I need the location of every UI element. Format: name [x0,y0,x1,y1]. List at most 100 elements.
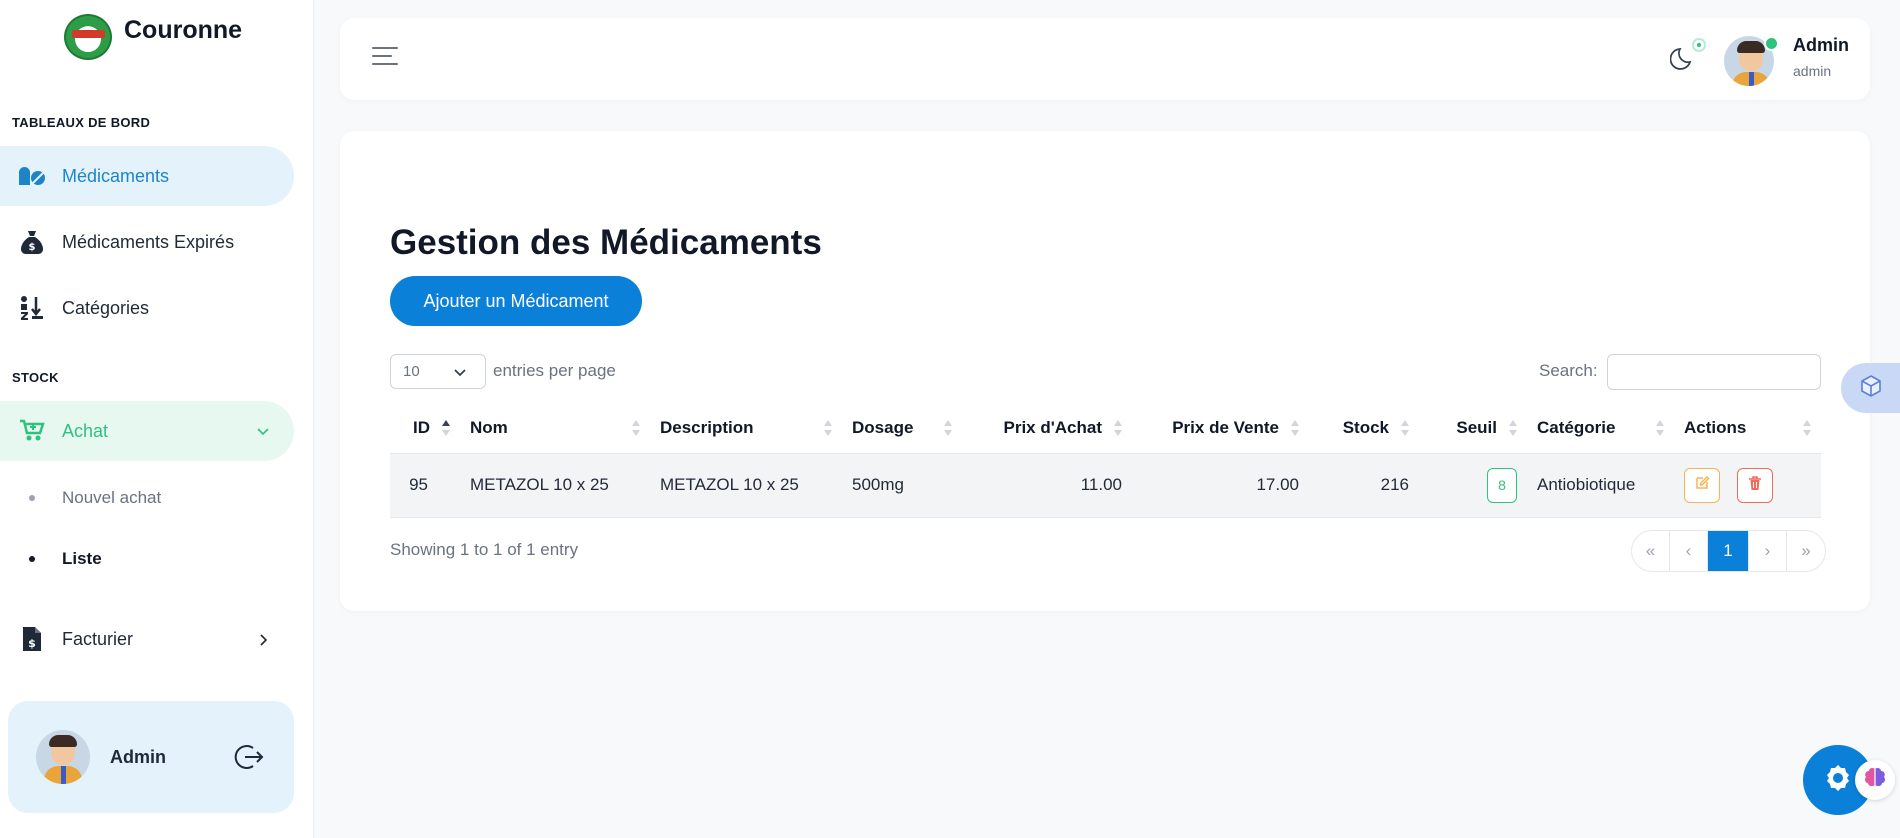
entries-per-page-select[interactable]: 10 [390,354,486,389]
trash-icon [1747,475,1763,496]
pagination-page-current[interactable]: 1 [1708,531,1749,571]
moon-icon[interactable] [1669,45,1696,76]
sort-icon [632,420,640,438]
cell-id: 95 [390,452,460,518]
sort-icon [1656,420,1664,438]
bullet-icon [29,495,35,501]
brain-icon [1862,766,1888,795]
sidebar-subitem-label: Nouvel achat [62,488,162,507]
cube-widget-button[interactable] [1841,363,1900,413]
cell-seuil: 8 [1419,452,1527,518]
sort-icon [944,420,952,438]
chevron-right-icon [256,631,270,652]
sort-icon [1291,420,1299,438]
seuil-badge: 8 [1487,467,1517,503]
avatar[interactable] [36,730,90,784]
pagination-next[interactable]: › [1749,531,1787,571]
svg-text:$: $ [28,637,36,650]
brand-name: Couronne [124,15,243,44]
sidebar-subitem-liste[interactable]: Liste [0,539,294,579]
cube-icon [1859,374,1883,403]
sidebar-item-label: Catégories [62,297,150,318]
medicaments-table: ID Nom Description Dosage Prix d'Achat P… [390,403,1821,518]
sidebar-item-medicaments[interactable]: Médicaments [0,146,294,206]
delete-button[interactable] [1736,467,1773,503]
logout-icon[interactable] [234,742,264,777]
ai-assistant-button[interactable] [1855,760,1895,800]
column-header-actions[interactable]: Actions [1674,403,1821,453]
column-header-stock[interactable]: Stock [1309,403,1419,453]
column-header-categorie[interactable]: Catégorie [1527,403,1674,453]
chevron-down-icon [256,423,270,444]
edit-button[interactable] [1684,467,1720,503]
entries-per-page-value: 10 [403,363,420,380]
sidebar-item-label: Médicaments [62,165,170,186]
sort-icon [1114,420,1122,438]
sidebar-item-label: Facturier [62,628,134,649]
sidebar-item-label: Médicaments Expirés [62,231,235,252]
sidebar: Couronne TABLEAUX DE BORD Médicaments $ … [0,0,314,838]
column-header-seuil[interactable]: Seuil [1419,403,1527,453]
search-label: Search: [1539,361,1598,380]
table-row: 95 METAZOL 10 x 25 METAZOL 10 x 25 500mg… [390,452,1821,518]
cell-dosage: 500mg [842,452,962,518]
sort-icon [1803,420,1811,438]
section-label-stock: STOCK [12,370,59,385]
sort-icon [18,294,46,322]
sort-icon [1401,420,1409,438]
pagination-prev[interactable]: ‹ [1670,531,1708,571]
invoice-icon: $ [18,625,46,653]
pills-icon [18,162,46,190]
table-header-row: ID Nom Description Dosage Prix d'Achat P… [390,403,1821,453]
svg-text:$: $ [29,242,36,253]
pagination-last[interactable]: » [1787,531,1825,571]
cell-stock: 216 [1309,452,1419,518]
pagination-first[interactable]: « [1632,531,1670,571]
sidebar-user-name: Admin [110,746,166,767]
table-info: Showing 1 to 1 of 1 entry [390,540,579,559]
edit-icon [1694,475,1710,496]
sidebar-item-categories[interactable]: Catégories [0,278,294,338]
topbar-user-role: admin [1793,63,1832,79]
medicaments-card: Gestion des Médicaments Ajouter un Médic… [340,131,1870,611]
cell-prix-vente: 17.00 [1132,452,1309,518]
column-header-dosage[interactable]: Dosage [842,403,962,453]
column-header-nom[interactable]: Nom [460,403,650,453]
sidebar-user-card: Admin [8,701,294,813]
column-header-prix-vente[interactable]: Prix de Vente [1132,403,1309,453]
add-medicament-button[interactable]: Ajouter un Médicament [390,276,642,326]
menu-toggle-icon[interactable] [372,47,398,69]
column-header-prix-achat[interactable]: Prix d'Achat [962,403,1132,453]
section-label-dashboards: TABLEAUX DE BORD [12,115,151,130]
sidebar-subitem-nouvel-achat[interactable]: Nouvel achat [0,478,294,518]
cell-actions [1674,452,1821,518]
search-input[interactable] [1607,354,1821,390]
cart-icon [18,417,46,445]
sort-icon [824,420,832,438]
cell-prix-achat: 11.00 [962,452,1132,518]
topbar-user-name: Admin [1793,35,1849,55]
sidebar-subitem-label: Liste [62,549,102,568]
column-header-description[interactable]: Description [650,403,842,453]
sidebar-item-achat[interactable]: Achat [0,401,294,461]
cell-description: METAZOL 10 x 25 [650,452,842,518]
sidebar-item-medicaments-expires[interactable]: $ Médicaments Expirés [0,212,294,272]
sort-icon [1509,420,1517,438]
entries-per-page-label: entries per page [493,361,616,380]
chevron-down-icon [453,366,467,384]
bullet-icon [29,556,35,562]
topbar: Admin admin [340,18,1870,100]
logo [64,14,112,60]
cell-categorie: Antiobiotique [1527,452,1674,518]
money-bag-icon: $ [18,228,46,256]
sort-icon [442,420,450,438]
sidebar-item-label: Achat [62,420,109,441]
pagination: « ‹ 1 › » [1631,530,1826,572]
online-status-dot [1764,36,1779,51]
column-header-id[interactable]: ID [390,403,460,453]
brand[interactable]: Couronne [64,14,242,60]
notification-dot [1692,38,1706,52]
cell-nom: METAZOL 10 x 25 [460,452,650,518]
gear-icon [1821,761,1855,800]
sidebar-item-facturier[interactable]: $ Facturier [0,609,294,669]
